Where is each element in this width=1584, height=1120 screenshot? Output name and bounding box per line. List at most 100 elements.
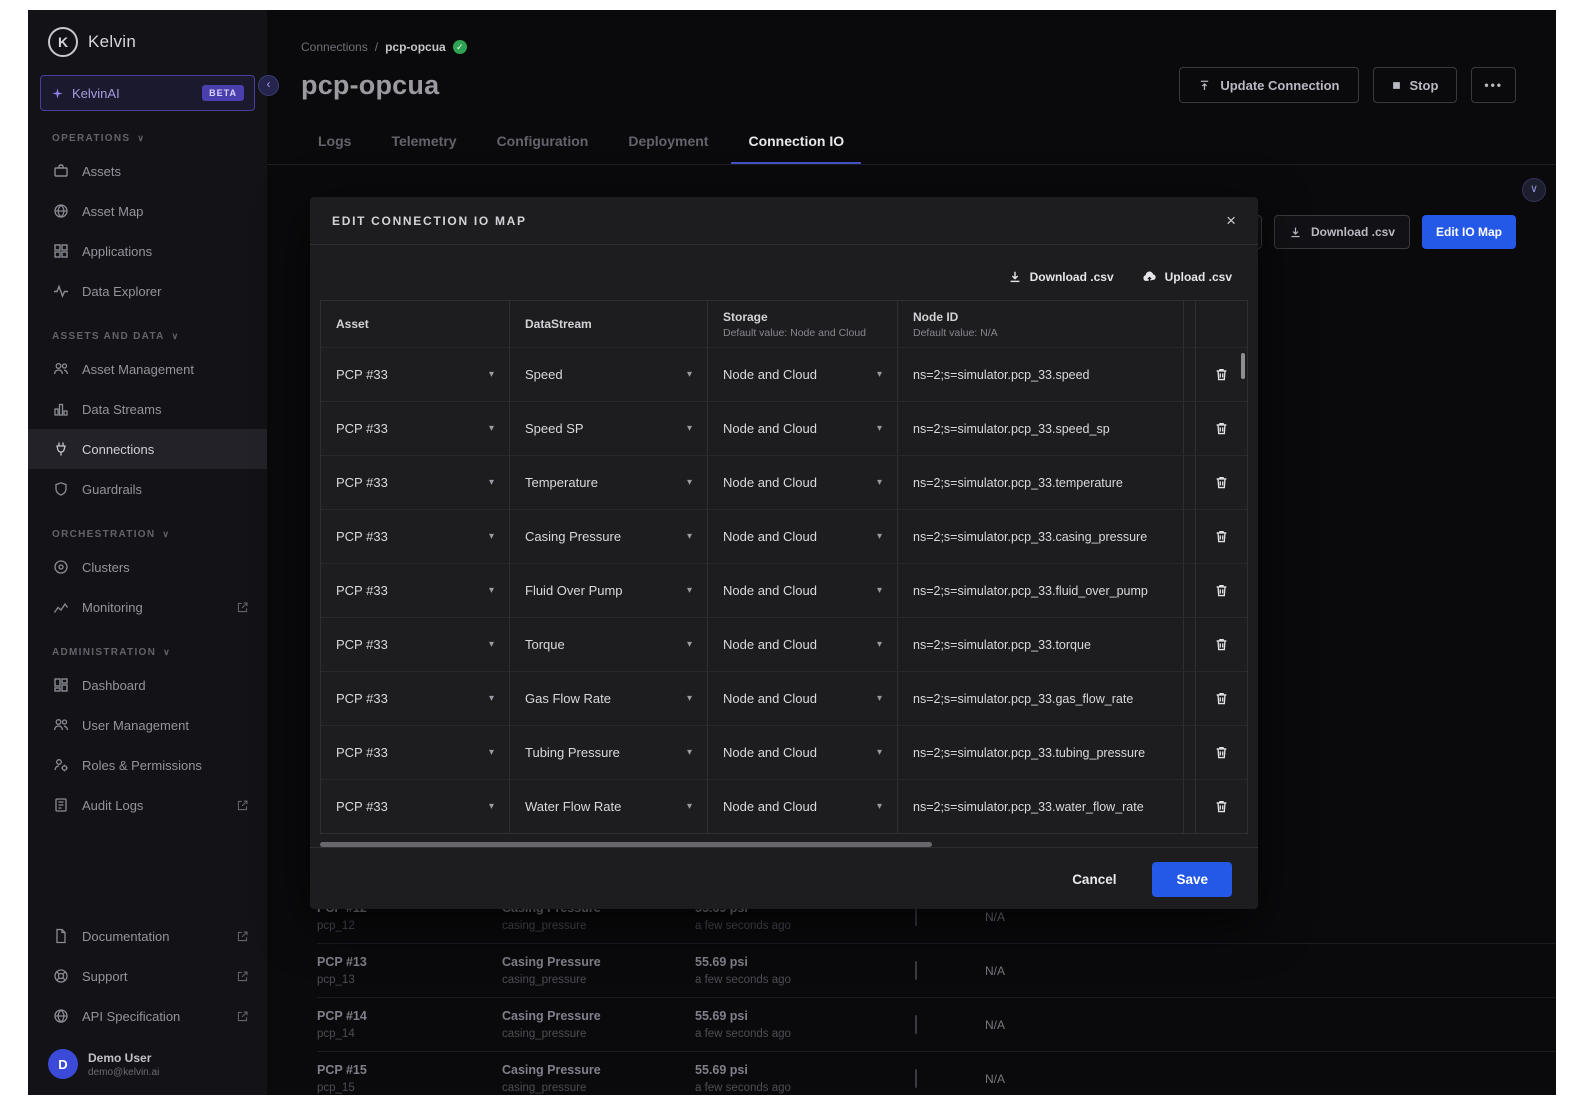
delete-row-button[interactable] xyxy=(1195,402,1247,455)
sidebar-item-label: Guardrails xyxy=(82,482,142,497)
asset-select[interactable]: PCP #33▾ xyxy=(321,456,509,509)
sidebar-section-administration[interactable]: ADMINISTRATION ∨ xyxy=(28,627,267,665)
storage-select[interactable]: Node and Cloud▾ xyxy=(707,510,897,563)
sidebar-item-api-specification[interactable]: API Specification xyxy=(28,996,267,1036)
delete-row-button[interactable] xyxy=(1195,780,1247,833)
cancel-button[interactable]: Cancel xyxy=(1066,871,1122,888)
datastream-select[interactable]: Water Flow Rate▾ xyxy=(509,780,707,833)
chevron-down-icon: ▾ xyxy=(687,747,692,758)
download-csv-button[interactable]: Download .csv xyxy=(1274,215,1410,249)
sidebar-item-data-explorer[interactable]: Data Explorer xyxy=(28,271,267,311)
storage-select[interactable]: Node and Cloud▾ xyxy=(707,348,897,401)
datastream-select[interactable]: Casing Pressure▾ xyxy=(509,510,707,563)
tab-telemetry[interactable]: Telemetry xyxy=(374,123,473,164)
save-button[interactable]: Save xyxy=(1152,862,1232,897)
sidebar-item-guardrails[interactable]: Guardrails xyxy=(28,469,267,509)
collapse-panel-chevron[interactable]: ∨ xyxy=(1522,178,1546,202)
delete-row-button[interactable] xyxy=(1195,456,1247,509)
sidebar-item-kelvinai[interactable]: KelvinAI BETA xyxy=(40,75,255,111)
datastream-select[interactable]: Temperature▾ xyxy=(509,456,707,509)
asset-select[interactable]: PCP #33▾ xyxy=(321,726,509,779)
sidebar-item-label: API Specification xyxy=(82,1009,180,1024)
storage-select[interactable]: Node and Cloud▾ xyxy=(707,402,897,455)
node-id-field[interactable]: ns=2;s=simulator.pcp_33.casing_pressure xyxy=(897,510,1183,563)
tab-connection-io[interactable]: Connection IO xyxy=(731,123,861,164)
datastream-select[interactable]: Fluid Over Pump▾ xyxy=(509,564,707,617)
storage-select[interactable]: Node and Cloud▾ xyxy=(707,672,897,725)
sidebar-section-assets-and-data[interactable]: ASSETS AND DATA ∨ xyxy=(28,311,267,349)
table-row: PCP #13pcp_13 Casing Pressurecasing_pres… xyxy=(317,944,1556,998)
delete-row-button[interactable] xyxy=(1195,564,1247,617)
sidebar-item-data-streams[interactable]: Data Streams xyxy=(28,389,267,429)
datastream-select[interactable]: Speed SP▾ xyxy=(509,402,707,455)
asset-select[interactable]: PCP #33▾ xyxy=(321,780,509,833)
asset-select[interactable]: PCP #33▾ xyxy=(321,618,509,671)
sidebar-item-support[interactable]: Support xyxy=(28,956,267,996)
asset-id: pcp_12 xyxy=(317,918,502,934)
user-profile[interactable]: D Demo User demo@kelvin.ai xyxy=(28,1036,267,1095)
edit-io-map-button[interactable]: Edit IO Map xyxy=(1422,215,1516,249)
tab-logs[interactable]: Logs xyxy=(301,123,368,164)
sidebar-item-connections[interactable]: Connections xyxy=(28,429,267,469)
sidebar-item-assets[interactable]: Assets xyxy=(28,151,267,191)
asset-select[interactable]: PCP #33▾ xyxy=(321,510,509,563)
more-options-button[interactable]: ••• xyxy=(1471,67,1516,103)
tab-deployment[interactable]: Deployment xyxy=(611,123,725,164)
sidebar-item-documentation[interactable]: Documentation xyxy=(28,916,267,956)
tab-configuration[interactable]: Configuration xyxy=(480,123,606,164)
delete-row-button[interactable] xyxy=(1195,348,1247,401)
vertical-scrollbar[interactable] xyxy=(1241,353,1245,379)
storage-select[interactable]: Node and Cloud▾ xyxy=(707,780,897,833)
sidebar-section-operations[interactable]: OPERATIONS ∨ xyxy=(28,113,267,151)
node-id-field[interactable]: ns=2;s=simulator.pcp_33.water_flow_rate xyxy=(897,780,1183,833)
stop-button[interactable]: Stop xyxy=(1373,67,1458,103)
stop-label: Stop xyxy=(1410,78,1439,93)
node-id-field[interactable]: ns=2;s=simulator.pcp_33.tubing_pressure xyxy=(897,726,1183,779)
datastream-select[interactable]: Tubing Pressure▾ xyxy=(509,726,707,779)
breadcrumb-current: pcp-opcua xyxy=(385,40,446,54)
row-checkbox[interactable] xyxy=(915,961,917,980)
asset-select[interactable]: PCP #33▾ xyxy=(321,564,509,617)
node-id-field[interactable]: ns=2;s=simulator.pcp_33.temperature xyxy=(897,456,1183,509)
breadcrumb-root-link[interactable]: Connections xyxy=(301,40,368,54)
asset-select[interactable]: PCP #33▾ xyxy=(321,402,509,455)
modal-upload-csv-button[interactable]: Upload .csv xyxy=(1142,269,1232,284)
datastream-select[interactable]: Torque▾ xyxy=(509,618,707,671)
modal-download-csv-button[interactable]: Download .csv xyxy=(1008,269,1114,284)
sidebar-collapse-button[interactable]: ‹ xyxy=(258,75,279,96)
node-id-field[interactable]: ns=2;s=simulator.pcp_33.speed_sp xyxy=(897,402,1183,455)
storage-select[interactable]: Node and Cloud▾ xyxy=(707,726,897,779)
sidebar-item-applications[interactable]: Applications xyxy=(28,231,267,271)
sidebar-item-clusters[interactable]: Clusters xyxy=(28,547,267,587)
horizontal-scrollbar[interactable] xyxy=(320,842,932,847)
node-id-field[interactable]: ns=2;s=simulator.pcp_33.speed xyxy=(897,348,1183,401)
storage-select[interactable]: Node and Cloud▾ xyxy=(707,618,897,671)
sidebar-item-audit-logs[interactable]: Audit Logs xyxy=(28,785,267,825)
node-id-field[interactable]: ns=2;s=simulator.pcp_33.gas_flow_rate xyxy=(897,672,1183,725)
sidebar-item-roles-permissions[interactable]: Roles & Permissions xyxy=(28,745,267,785)
row-checkbox[interactable] xyxy=(915,1015,917,1034)
sidebar-item-monitoring[interactable]: Monitoring xyxy=(28,587,267,627)
node-id-field[interactable]: ns=2;s=simulator.pcp_33.fluid_over_pump xyxy=(897,564,1183,617)
node-id-field[interactable]: ns=2;s=simulator.pcp_33.torque xyxy=(897,618,1183,671)
modal-toolbar: Download .csv Upload .csv xyxy=(310,245,1258,300)
delete-row-button[interactable] xyxy=(1195,510,1247,563)
sidebar-item-dashboard[interactable]: Dashboard xyxy=(28,665,267,705)
storage-select[interactable]: Node and Cloud▾ xyxy=(707,564,897,617)
sidebar-item-asset-map[interactable]: Asset Map xyxy=(28,191,267,231)
delete-row-button[interactable] xyxy=(1195,726,1247,779)
sidebar-item-asset-management[interactable]: Asset Management xyxy=(28,349,267,389)
delete-row-button[interactable] xyxy=(1195,618,1247,671)
close-icon[interactable]: × xyxy=(1226,212,1236,229)
asset-select[interactable]: PCP #33▾ xyxy=(321,348,509,401)
datastream-select[interactable]: Gas Flow Rate▾ xyxy=(509,672,707,725)
column-node-id: Node ID xyxy=(913,310,1168,324)
storage-select[interactable]: Node and Cloud▾ xyxy=(707,456,897,509)
asset-select[interactable]: PCP #33▾ xyxy=(321,672,509,725)
delete-row-button[interactable] xyxy=(1195,672,1247,725)
datastream-select[interactable]: Speed▾ xyxy=(509,348,707,401)
sidebar-section-orchestration[interactable]: ORCHESTRATION ∨ xyxy=(28,509,267,547)
row-checkbox[interactable] xyxy=(915,1069,917,1088)
update-connection-button[interactable]: Update Connection xyxy=(1179,67,1358,103)
sidebar-item-user-management[interactable]: User Management xyxy=(28,705,267,745)
